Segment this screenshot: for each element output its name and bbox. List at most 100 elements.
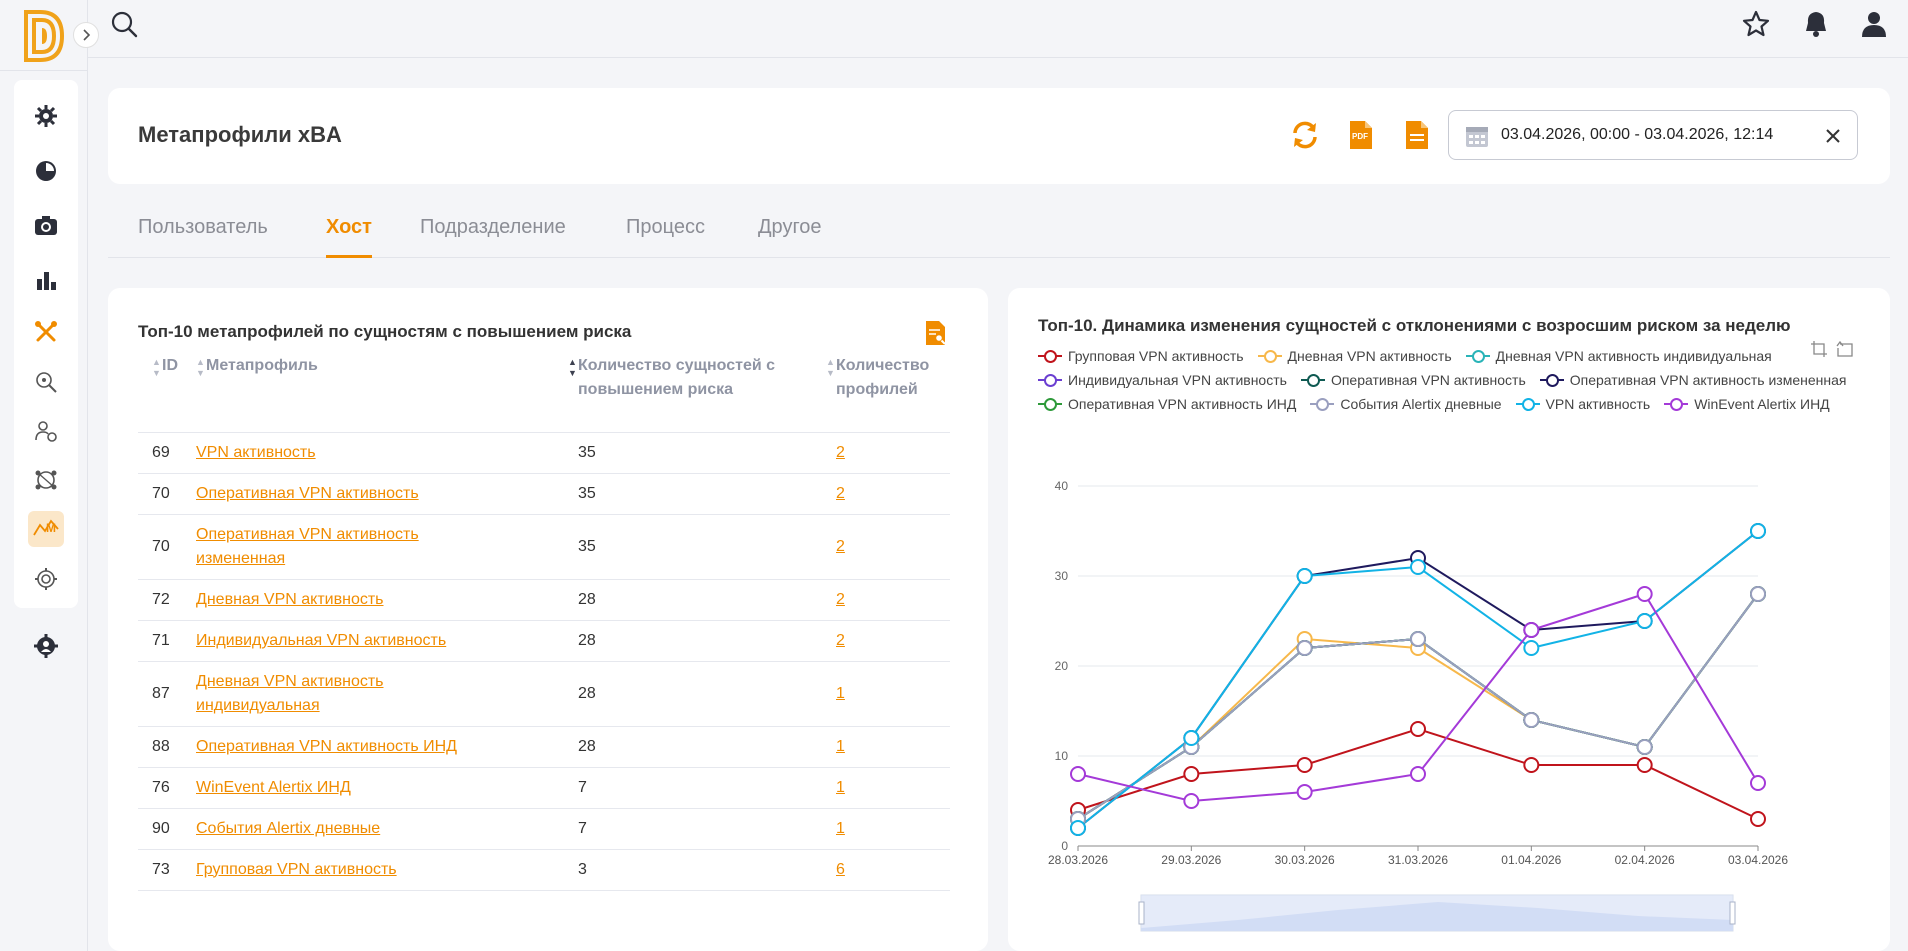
profile-count-link[interactable]: 1 [836, 820, 845, 837]
row-metaprofile: Оперативная VPN активность измененная [196, 514, 568, 580]
data-point[interactable] [1750, 586, 1766, 602]
data-point[interactable] [1750, 811, 1766, 827]
series-line [1077, 593, 1759, 820]
sidebar-item-tools[interactable] [14, 310, 78, 354]
metaprofile-link[interactable]: Индивидуальная VPN активность [196, 629, 446, 653]
sort-desc-icon: ▲ ▼ [568, 357, 577, 378]
table-report-button[interactable] [924, 320, 950, 346]
metaprofile-link[interactable]: Дневная VPN активность [196, 588, 384, 612]
data-point[interactable] [1636, 586, 1653, 602]
user-icon [1862, 12, 1886, 37]
data-point[interactable] [1183, 793, 1200, 809]
favorites-button[interactable] [1740, 8, 1772, 40]
data-point[interactable] [1750, 523, 1766, 539]
tab-department[interactable]: Подразделение [420, 216, 566, 258]
data-point[interactable] [1636, 613, 1653, 629]
data-point[interactable] [1410, 631, 1426, 647]
row-metaprofile: Оперативная VPN активность ИНД [196, 726, 568, 768]
metaprofile-link[interactable]: Оперативная VPN активность измененная [196, 523, 466, 571]
profile-count-link[interactable]: 1 [836, 738, 845, 755]
row-metaprofile: Дневная VPN активность индивидуальная [196, 661, 568, 727]
row-entity-count: 3 [568, 849, 826, 891]
column-header-metaprofile[interactable]: ▲ ▼Метапрофиль [196, 354, 568, 433]
row-profile-count: 1 [826, 767, 950, 809]
profile-count-link[interactable]: 1 [836, 685, 845, 702]
row-id: 90 [138, 808, 196, 850]
row-profile-count: 2 [826, 620, 950, 662]
sidebar-item-admin[interactable] [14, 624, 78, 668]
data-point[interactable] [1070, 820, 1086, 836]
data-point[interactable] [1636, 757, 1653, 773]
profile-count-link[interactable]: 2 [836, 591, 845, 608]
export-report-button[interactable] [1400, 118, 1434, 152]
global-search-button[interactable] [108, 8, 140, 40]
tab-user[interactable]: Пользователь [138, 216, 268, 258]
notifications-button[interactable] [1800, 8, 1832, 40]
metaprofile-link[interactable]: VPN активность [196, 441, 316, 465]
column-header-profile-count[interactable]: ▲ ▼ Количество профилей [826, 354, 950, 433]
sidebar-item-settings[interactable] [14, 94, 78, 138]
sidebar-item-metaprofiles[interactable]: M [14, 507, 78, 551]
data-point[interactable] [1296, 640, 1313, 656]
data-point[interactable] [1070, 766, 1086, 782]
data-point[interactable] [1523, 640, 1540, 656]
data-point[interactable] [1523, 622, 1540, 638]
data-point[interactable] [1523, 712, 1540, 728]
sidebar-item-network[interactable] [14, 458, 78, 502]
sidebar-expand-button[interactable] [73, 22, 99, 48]
data-point[interactable] [1410, 721, 1426, 737]
profile-count-link[interactable]: 2 [836, 485, 845, 502]
data-point[interactable] [1296, 757, 1313, 773]
series-line [1077, 593, 1759, 820]
table-row: 69 VPN активность 35 2 [138, 432, 950, 474]
sidebar-item-users[interactable] [14, 409, 78, 453]
y-tick-label: 10 [1055, 749, 1069, 763]
metaprofile-link[interactable]: Оперативная VPN активность [196, 482, 419, 506]
metaprofile-link[interactable]: Оперативная VPN активность ИНД [196, 735, 457, 759]
profile-count-link[interactable]: 6 [836, 861, 845, 878]
sidebar-item-search[interactable] [14, 360, 78, 404]
tab-other[interactable]: Другое [758, 216, 822, 258]
refresh-button[interactable] [1288, 118, 1322, 152]
data-point[interactable] [1523, 757, 1540, 773]
metaprofile-link[interactable]: Групповая VPN активность [196, 858, 397, 882]
bell-icon [1806, 12, 1826, 37]
row-id: 72 [138, 579, 196, 621]
metaprofile-link[interactable]: WinEvent Alertix ИНД [196, 776, 351, 800]
data-zoom-slider[interactable] [1138, 894, 1736, 932]
data-point[interactable] [1183, 766, 1200, 782]
close-icon[interactable] [1825, 128, 1841, 144]
data-point[interactable] [1296, 784, 1313, 800]
sidebar-item-system-settings[interactable] [14, 557, 78, 601]
table-row: 73 Групповая VPN активность 3 6 [138, 849, 950, 891]
data-point[interactable] [1410, 559, 1426, 575]
tab-host[interactable]: Хост [326, 216, 372, 258]
data-point[interactable] [1296, 568, 1313, 584]
tab-process[interactable]: Процесс [626, 216, 705, 258]
profile-count-link[interactable]: 2 [836, 632, 845, 649]
user-profile-button[interactable] [1858, 8, 1890, 40]
sidebar-item-dashboard[interactable] [14, 149, 78, 193]
date-range-picker[interactable]: 03.04.2026, 00:00 - 03.04.2026, 12:14 [1448, 110, 1858, 160]
export-pdf-button[interactable]: PDF [1344, 118, 1378, 152]
column-header-id[interactable]: ▲ ▼ID [138, 354, 196, 433]
profile-count-link[interactable]: 2 [836, 538, 845, 555]
data-point[interactable] [1183, 730, 1200, 746]
data-point[interactable] [1750, 775, 1766, 791]
data-point[interactable] [1636, 739, 1653, 755]
slider-right-handle[interactable] [1729, 901, 1736, 925]
sidebar-item-monitoring[interactable] [14, 204, 78, 248]
top-metaprofiles-card: Топ-10 метапрофилей по сущностям с повыш… [108, 288, 988, 951]
data-point[interactable] [1410, 766, 1426, 782]
column-header-entity-count[interactable]: ▲ ▼ Количество сущностей с повышением риск… [568, 354, 826, 433]
metaprofile-link[interactable]: Дневная VPN активность индивидуальная [196, 670, 466, 718]
sidebar-divider [0, 70, 88, 71]
slider-left-handle[interactable] [1138, 901, 1145, 925]
table-row: 87 Дневная VPN активность индивидуальная 2… [138, 661, 950, 727]
settings-cog-icon [35, 568, 57, 590]
dynamics-chart-card: Топ-10. Динамика изменения сущностей с о… [1008, 288, 1890, 951]
metaprofile-link[interactable]: События Alertix дневные [196, 817, 380, 841]
profile-count-link[interactable]: 2 [836, 444, 845, 461]
profile-count-link[interactable]: 1 [836, 779, 845, 796]
sidebar-item-reports[interactable] [14, 258, 78, 302]
